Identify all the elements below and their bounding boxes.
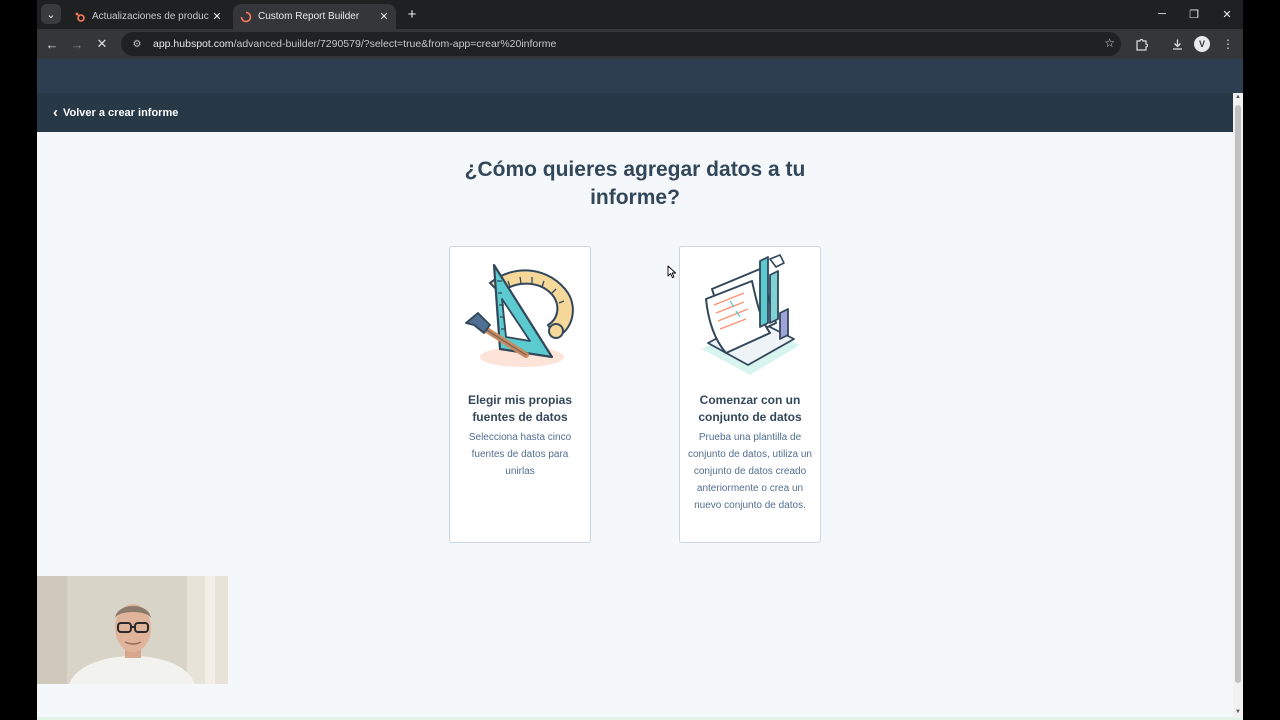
hubspot-sprocket-icon bbox=[73, 10, 87, 24]
option-description: Prueba una plantilla de conjunto de dato… bbox=[688, 432, 812, 511]
tab-search-icon[interactable]: ⌄ bbox=[41, 4, 61, 24]
restore-icon[interactable]: ❐ bbox=[1183, 5, 1205, 23]
tab-title: Actualizaciones de productos | bbox=[92, 11, 209, 22]
option-card-own-sources[interactable]: Elegir mis propias fuentes de datos Sele… bbox=[449, 246, 591, 543]
stop-loading-icon[interactable]: ✕ bbox=[92, 34, 112, 54]
presenter-video-icon bbox=[37, 576, 228, 684]
scroll-up-icon[interactable]: ▲ bbox=[1235, 94, 1241, 100]
scrollbar-thumb[interactable] bbox=[1235, 105, 1241, 683]
extensions-puzzle-icon[interactable] bbox=[1131, 34, 1151, 54]
profile-avatar[interactable]: V bbox=[1194, 36, 1210, 52]
chevron-left-icon: ‹ bbox=[53, 104, 58, 121]
back-arrow-icon[interactable]: ← bbox=[42, 34, 62, 54]
screen: ⌄ Actualizaciones de productos | ✕ Custo… bbox=[0, 0, 1280, 720]
site-settings-icon[interactable]: ⚙ bbox=[127, 39, 147, 50]
loading-spinner-icon bbox=[239, 10, 253, 24]
scroll-down-icon[interactable]: ▼ bbox=[1235, 709, 1241, 715]
webcam-overlay bbox=[37, 576, 228, 684]
close-tab-icon[interactable]: ✕ bbox=[209, 10, 225, 23]
document-chart-icon bbox=[702, 254, 800, 375]
ruler-hammer-icon bbox=[465, 263, 574, 367]
tab-custom-report-builder[interactable]: Custom Report Builder ✕ bbox=[233, 4, 396, 29]
tab-strip: ⌄ Actualizaciones de productos | ✕ Custo… bbox=[37, 0, 1243, 29]
bookmark-star-icon[interactable]: ☆ bbox=[1104, 36, 1115, 50]
close-tab-icon[interactable]: ✕ bbox=[376, 10, 392, 23]
option-description: Selecciona hasta cinco fuentes de datos … bbox=[468, 432, 572, 477]
app-top-bar bbox=[37, 59, 1243, 93]
option-title: Comenzar con un conjunto de datos bbox=[698, 393, 802, 424]
option-title: Elegir mis propias fuentes de datos bbox=[467, 393, 573, 424]
address-bar[interactable]: ⚙ app.hubspot.com/advanced-builder/72905… bbox=[121, 32, 1121, 56]
back-link-label: Volver a crear informe bbox=[63, 106, 179, 119]
browser-menu-icon[interactable]: ⋮ bbox=[1218, 34, 1238, 54]
mouse-pointer-icon bbox=[667, 265, 677, 279]
forward-arrow-icon[interactable]: → bbox=[67, 34, 87, 54]
report-builder-header: ‹ Volver a crear informe bbox=[37, 93, 1233, 132]
page-scrollbar[interactable]: ▲ ▼ bbox=[1233, 93, 1243, 720]
download-icon[interactable] bbox=[1167, 34, 1187, 54]
browser-toolbar: ← → ✕ ⚙ app.hubspot.com/advanced-builder… bbox=[37, 29, 1243, 59]
url-text: app.hubspot.com/advanced-builder/7290579… bbox=[153, 38, 557, 50]
new-tab-icon[interactable]: + bbox=[403, 5, 421, 23]
close-window-icon[interactable]: ✕ bbox=[1216, 5, 1238, 23]
page-title: ¿Cómo quieres agregar datos a tu informe… bbox=[464, 158, 806, 209]
minimize-icon[interactable]: ─ bbox=[1151, 5, 1173, 23]
option-card-dataset[interactable]: Comenzar con un conjunto de datos Prueba… bbox=[679, 246, 821, 543]
tab-title: Custom Report Builder bbox=[258, 11, 360, 22]
back-to-create-report-link[interactable]: ‹ Volver a crear informe bbox=[53, 105, 178, 120]
tab-actualizaciones[interactable]: Actualizaciones de productos | ✕ bbox=[67, 4, 229, 29]
